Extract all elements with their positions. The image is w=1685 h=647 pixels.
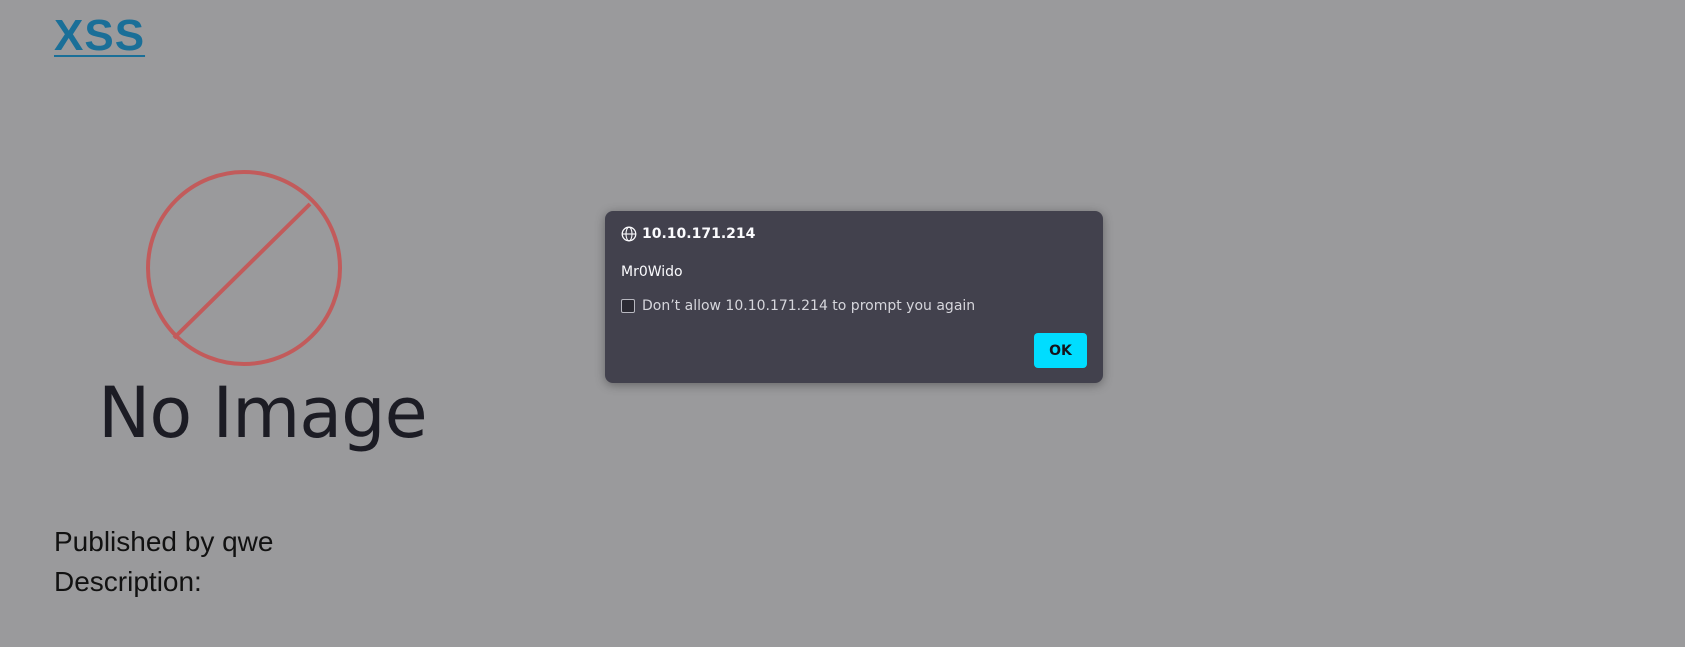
no-image-label: No Image [98,372,428,454]
published-by-text: Published by qwe [54,526,274,557]
post-meta: Published by qwe Description: [54,522,273,602]
dialog-message: Mr0Wido [621,264,683,280]
ok-button[interactable]: OK [1034,333,1087,368]
dont-allow-checkbox[interactable] [621,299,635,313]
page: XSS No Image Published by qwe Descriptio… [0,0,1685,647]
dont-allow-checkbox-row[interactable]: Don’t allow 10.10.171.214 to prompt you … [621,298,975,314]
dialog-header: 10.10.171.214 [621,226,755,242]
dialog-origin: 10.10.171.214 [642,226,756,242]
no-image-icon [146,170,342,366]
description-label: Description: [54,566,202,597]
dont-allow-checkbox-label: Don’t allow 10.10.171.214 to prompt you … [642,298,976,314]
site-title-link[interactable]: XSS [54,14,145,58]
no-image-placeholder: No Image [90,160,428,480]
prompt-dialog: 10.10.171.214 Mr0Wido Don’t allow 10.10.… [605,211,1103,383]
globe-icon [621,226,637,242]
